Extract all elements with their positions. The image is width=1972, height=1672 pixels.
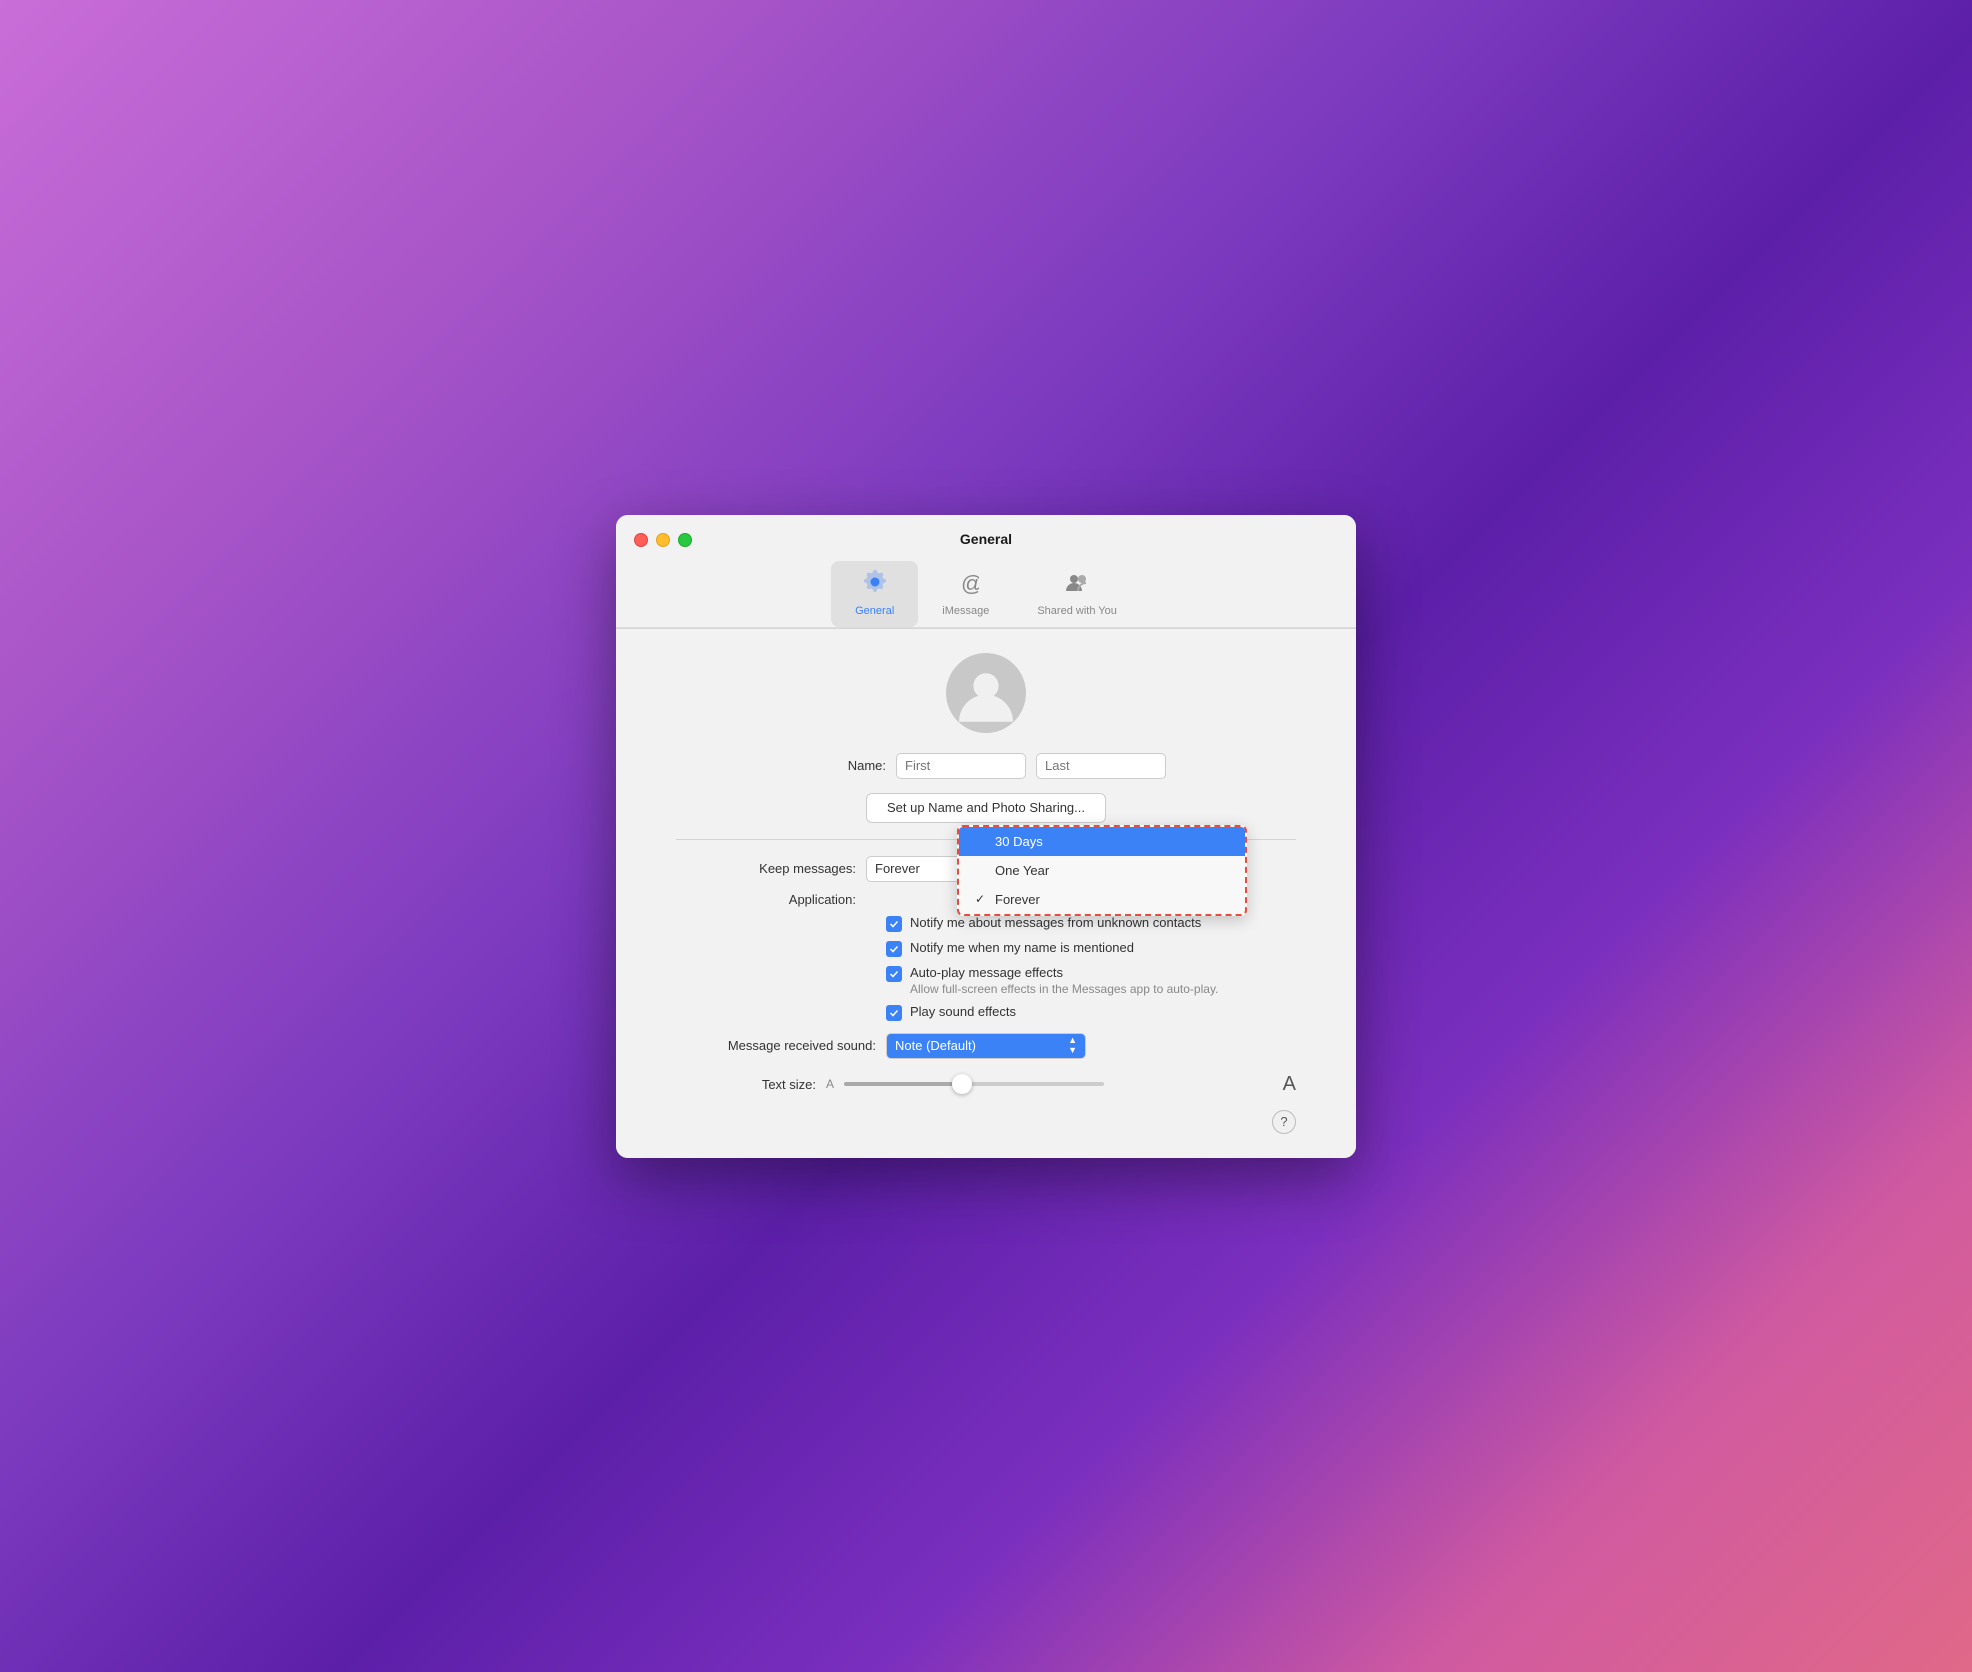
avatar[interactable] [946, 653, 1026, 733]
avatar-section [676, 653, 1296, 733]
checkbox-sound[interactable] [886, 1005, 902, 1021]
checkbox-row-sound: Play sound effects [886, 1004, 1296, 1021]
tab-imessage[interactable]: @ iMessage [918, 561, 1013, 627]
text-size-row: Text size: A A [676, 1073, 1296, 1096]
keep-messages-dropdown[interactable]: 30 Days One Year ✓ Forever [957, 825, 1247, 916]
keep-messages-value: Forever [875, 861, 920, 876]
general-tab-label: General [855, 605, 894, 617]
title-bar: General General @ iMessage [616, 515, 1356, 628]
settings-window: General General @ iMessage [616, 515, 1356, 1158]
sound-label: Message received sound: [676, 1038, 876, 1053]
setup-button[interactable]: Set up Name and Photo Sharing... [866, 793, 1106, 823]
close-button[interactable] [634, 533, 648, 547]
sound-row: Message received sound: Note (Default) ▲… [676, 1033, 1296, 1059]
dropdown-item-oneyear-label: One Year [995, 863, 1049, 878]
checkbox-autoplay[interactable] [886, 966, 902, 982]
shared-icon [1064, 569, 1090, 602]
text-size-slider-container [844, 1082, 1273, 1086]
text-size-label: Text size: [676, 1077, 816, 1092]
window-title: General [960, 531, 1012, 547]
toolbar: General @ iMessage [831, 561, 1141, 627]
checkbox-notify-mentioned[interactable] [886, 941, 902, 957]
maximize-button[interactable] [678, 533, 692, 547]
dropdown-item-forever[interactable]: ✓ Forever [959, 885, 1245, 914]
sound-select[interactable]: Note (Default) ▲ ▼ [886, 1033, 1086, 1059]
text-size-slider[interactable] [844, 1082, 1104, 1086]
checkbox-row-autoplay: Auto-play message effects Allow full-scr… [886, 965, 1296, 996]
sound-value: Note (Default) [895, 1038, 976, 1053]
tab-shared[interactable]: Shared with You [1013, 561, 1141, 627]
checkbox-row-notify-mentioned: Notify me when my name is mentioned [886, 940, 1296, 957]
check-mark-forever: ✓ [975, 892, 989, 906]
checkbox-autoplay-subtext: Allow full-screen effects in the Message… [910, 982, 1218, 996]
traffic-lights [634, 533, 692, 547]
checkbox-notify-unknown-label: Notify me about messages from unknown co… [910, 915, 1201, 930]
dropdown-item-forever-label: Forever [995, 892, 1040, 907]
main-content: Name: Set up Name and Photo Sharing... 3… [616, 629, 1356, 1158]
imessage-icon: @ [953, 569, 979, 602]
checkbox-notify-mentioned-label: Notify me when my name is mentioned [910, 940, 1134, 955]
help-row: ? [676, 1110, 1296, 1134]
help-button[interactable]: ? [1272, 1110, 1296, 1134]
name-label: Name: [806, 758, 886, 773]
checkbox-notify-unknown[interactable] [886, 916, 902, 932]
checkbox-autoplay-label: Auto-play message effects [910, 965, 1218, 980]
checkbox-row-notify-unknown: Notify me about messages from unknown co… [886, 915, 1296, 932]
keep-messages-label: Keep messages: [676, 861, 856, 876]
sound-chevron: ▲ ▼ [1068, 1036, 1077, 1055]
imessage-tab-label: iMessage [942, 605, 989, 617]
checkbox-autoplay-text-block: Auto-play message effects Allow full-scr… [910, 965, 1218, 996]
application-label: Application: [676, 892, 856, 907]
dropdown-item-30days[interactable]: 30 Days [959, 827, 1245, 856]
text-size-small-a: A [826, 1077, 834, 1091]
dropdown-item-30days-label: 30 Days [995, 834, 1043, 849]
checkbox-sound-label: Play sound effects [910, 1004, 1016, 1019]
gear-icon [862, 569, 888, 602]
checkbox-section: Notify me about messages from unknown co… [886, 915, 1296, 1021]
last-name-input[interactable] [1036, 753, 1166, 779]
svg-text:@: @ [961, 571, 979, 595]
setup-button-row: Set up Name and Photo Sharing... 30 Days… [676, 793, 1296, 823]
name-row: Name: [676, 753, 1296, 779]
tab-general[interactable]: General [831, 561, 918, 627]
dropdown-item-oneyear[interactable]: One Year [959, 856, 1245, 885]
minimize-button[interactable] [656, 533, 670, 547]
shared-tab-label: Shared with You [1037, 605, 1117, 617]
text-size-large-a: A [1283, 1073, 1296, 1096]
first-name-input[interactable] [896, 753, 1026, 779]
